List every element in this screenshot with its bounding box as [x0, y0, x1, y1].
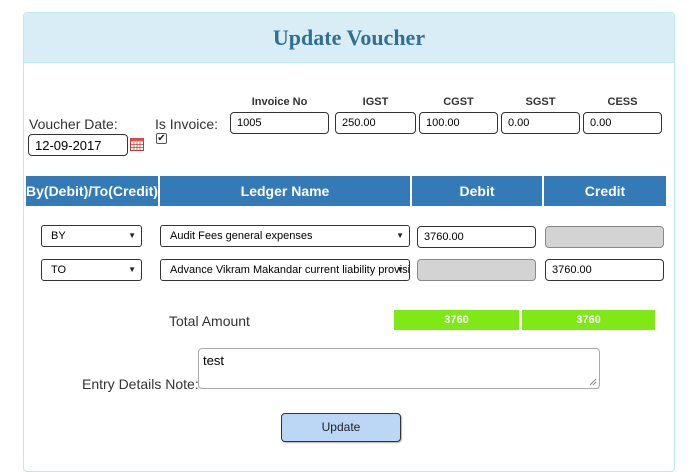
row1-debit-input[interactable]	[417, 226, 536, 248]
update-button[interactable]: Update	[281, 413, 401, 442]
row1-ledger-value: Audit Fees general expenses	[170, 230, 313, 242]
checkmark-icon: ✔	[157, 133, 166, 144]
is-invoice-checkbox[interactable]: ✔	[156, 133, 167, 144]
resize-grip-icon[interactable]	[589, 378, 597, 386]
row1-by-to-value: BY	[51, 230, 66, 242]
header-debit: Debit	[412, 176, 542, 206]
row2-by-to-value: TO	[51, 264, 67, 276]
row2-credit-input[interactable]	[545, 259, 664, 281]
row2-ledger-select[interactable]: Advance Vikram Makandar current liabilit…	[160, 259, 410, 281]
row1-by-to-select[interactable]: BY ▼	[41, 225, 142, 247]
row1-ledger-select[interactable]: Audit Fees general expenses ▼	[160, 225, 410, 247]
panel-title: Update Voucher	[24, 13, 674, 63]
invoice-no-input[interactable]	[230, 112, 329, 134]
cgst-label: CGST	[443, 96, 474, 108]
total-credit: 3760	[522, 310, 655, 330]
total-amount-label: Total Amount	[169, 313, 250, 329]
header-credit: Credit	[544, 176, 666, 206]
dropdown-arrow-icon: ▼	[128, 265, 136, 274]
dropdown-arrow-icon: ▼	[128, 231, 136, 240]
cgst-input[interactable]	[419, 112, 498, 134]
header-by-to: By(Debit)/To(Credit)	[26, 176, 158, 206]
row2-ledger-value: Advance Vikram Makandar current liabilit…	[170, 264, 410, 276]
dropdown-arrow-icon: ▼	[396, 231, 404, 240]
sgst-label: SGST	[525, 96, 556, 108]
cess-input[interactable]	[583, 112, 662, 134]
entry-note-value: test	[203, 353, 224, 368]
row1-credit-input	[545, 226, 664, 248]
sgst-input[interactable]	[501, 112, 580, 134]
header-ledger-name: Ledger Name	[160, 176, 410, 206]
is-invoice-label: Is Invoice:	[155, 116, 219, 132]
total-debit: 3760	[394, 310, 519, 330]
dropdown-arrow-icon: ▼	[396, 265, 404, 274]
calendar-icon[interactable]	[130, 137, 144, 151]
voucher-date-input[interactable]	[28, 134, 128, 156]
igst-input[interactable]	[335, 112, 416, 134]
row2-debit-input	[417, 259, 536, 281]
voucher-date-label: Voucher Date:	[29, 116, 118, 132]
cess-label: CESS	[607, 96, 638, 108]
invoice-no-label: Invoice No	[251, 96, 308, 108]
igst-label: IGST	[362, 96, 389, 108]
row2-by-to-select[interactable]: TO ▼	[41, 259, 142, 281]
entry-note-label: Entry Details Note:	[82, 376, 199, 392]
entry-note-textarea[interactable]: test	[198, 348, 600, 389]
